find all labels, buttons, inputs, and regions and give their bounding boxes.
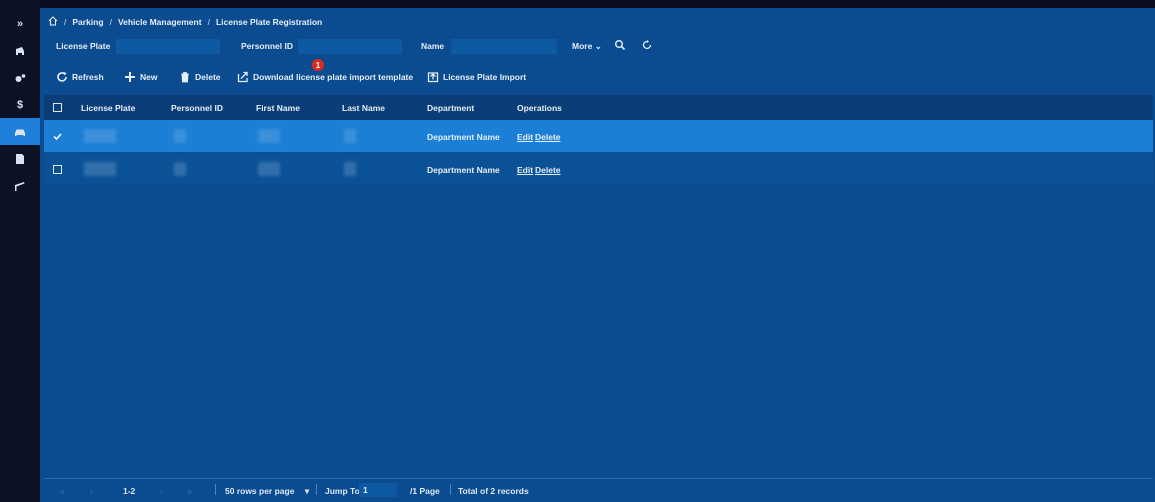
delete-link[interactable]: Delete — [535, 132, 561, 142]
previous-page-icon[interactable]: ‹ — [90, 486, 93, 496]
page-range: 1-2 — [123, 486, 136, 496]
department-cell: Department Name — [427, 132, 500, 142]
home-icon[interactable] — [48, 16, 58, 28]
personnel-id-input[interactable] — [298, 39, 402, 54]
check-icon — [53, 133, 62, 141]
column-header-department[interactable]: Department — [427, 103, 474, 113]
jump-to-input[interactable]: 1 — [359, 483, 397, 497]
sidebar: » $ — [0, 0, 40, 502]
search-icon[interactable] — [613, 38, 627, 52]
refresh-button[interactable]: Refresh — [56, 71, 104, 83]
expand-icon[interactable]: » — [0, 10, 40, 37]
divider — [450, 484, 451, 495]
breadcrumb-item-parking[interactable]: Parking — [72, 17, 103, 27]
license-plate-label: License Plate — [56, 41, 111, 51]
name-label: Name — [421, 41, 445, 51]
download-template-button[interactable]: Download license plate import template — [237, 71, 413, 83]
table-row[interactable]: Department Name Edit Delete — [44, 120, 1153, 152]
column-header-operations: Operations — [517, 103, 562, 113]
main-panel: / Parking / Vehicle Management / License… — [40, 8, 1155, 502]
delete-link[interactable]: Delete — [535, 165, 561, 175]
license-plate-input[interactable] — [116, 39, 220, 54]
table-row[interactable]: Department Name Edit Delete — [44, 153, 1153, 185]
breadcrumb-item-vehicle-management[interactable]: Vehicle Management — [118, 17, 202, 27]
edit-link[interactable]: Edit — [517, 165, 533, 175]
license-plate-import-label: License Plate Import — [443, 72, 527, 82]
breadcrumb-separator: / — [207, 17, 210, 27]
refresh-label: Refresh — [72, 72, 104, 82]
step-badge: 1 — [312, 59, 324, 71]
column-header-personnel-id[interactable]: Personnel ID — [171, 103, 223, 113]
personnel-id-label: Personnel ID — [241, 41, 293, 51]
row-checkbox-checked[interactable] — [53, 132, 62, 141]
redacted-personnel-id — [174, 129, 186, 143]
export-icon — [237, 71, 248, 83]
redacted-personnel-id — [174, 162, 186, 176]
redacted-license-plate — [84, 129, 116, 143]
delete-label: Delete — [195, 72, 221, 82]
column-header-last-name[interactable]: Last Name — [342, 103, 385, 113]
redacted-license-plate — [84, 162, 116, 176]
redacted-last-name — [344, 162, 356, 176]
new-label: New — [140, 72, 158, 82]
divider — [316, 484, 317, 495]
parking-lot-icon[interactable] — [0, 37, 40, 64]
chevron-down-icon: ⌄ — [594, 41, 602, 51]
more-filters-button[interactable]: More ⌄ — [572, 41, 602, 52]
plus-icon — [125, 72, 135, 82]
pagination-bar: « ‹ 1-2 › » 50 rows per page ▾ Jump To 1… — [44, 478, 1153, 500]
license-plate-table: License Plate Personnel ID First Name La… — [44, 95, 1153, 185]
barrier-icon[interactable] — [0, 172, 40, 199]
trash-icon — [181, 72, 189, 83]
row-checkbox[interactable] — [53, 165, 62, 174]
new-button[interactable]: New — [124, 71, 157, 83]
select-all-checkbox[interactable] — [53, 103, 62, 112]
delete-button[interactable]: Delete — [179, 71, 221, 83]
download-template-label: Download license plate import template — [253, 72, 414, 82]
jump-to-label: Jump To — [325, 486, 360, 496]
next-page-icon[interactable]: › — [160, 486, 163, 496]
divider — [215, 484, 216, 495]
dollar-icon[interactable]: $ — [0, 91, 40, 118]
redacted-first-name — [258, 129, 280, 143]
column-header-first-name[interactable]: First Name — [256, 103, 300, 113]
total-records: Total of 2 records — [458, 486, 529, 496]
first-page-icon[interactable]: « — [60, 486, 65, 496]
more-label: More — [572, 41, 593, 51]
redacted-last-name — [344, 129, 356, 143]
document-icon[interactable] — [0, 145, 40, 172]
caret-down-icon: ▾ — [304, 486, 310, 496]
reset-icon[interactable] — [640, 38, 654, 52]
breadcrumb-separator: / — [109, 17, 112, 27]
redacted-first-name — [258, 162, 280, 176]
last-page-icon[interactable]: » — [187, 486, 192, 496]
filter-bar: License Plate Personnel ID Name More ⌄ — [40, 37, 1155, 55]
import-icon — [427, 72, 439, 83]
settings-icon[interactable] — [0, 64, 40, 91]
license-plate-import-button[interactable]: License Plate Import — [427, 71, 526, 83]
car-icon[interactable] — [0, 118, 40, 145]
breadcrumb: / Parking / Vehicle Management / License… — [48, 15, 322, 29]
breadcrumb-item-license-plate-registration: License Plate Registration — [215, 17, 323, 27]
page-total: /1 Page — [410, 486, 440, 496]
department-cell: Department Name — [427, 165, 500, 175]
rows-per-page-label: 50 rows per page — [225, 486, 295, 496]
name-input[interactable] — [451, 39, 557, 54]
column-header-license-plate[interactable]: License Plate — [81, 103, 135, 113]
toolbar: Refresh New Delete Download license plat… — [40, 70, 1155, 88]
edit-link[interactable]: Edit — [517, 132, 533, 142]
table-header: License Plate Personnel ID First Name La… — [44, 95, 1153, 120]
refresh-icon — [57, 72, 67, 82]
rows-per-page-select[interactable]: 50 rows per page ▾ — [225, 486, 309, 497]
breadcrumb-separator: / — [64, 17, 67, 27]
